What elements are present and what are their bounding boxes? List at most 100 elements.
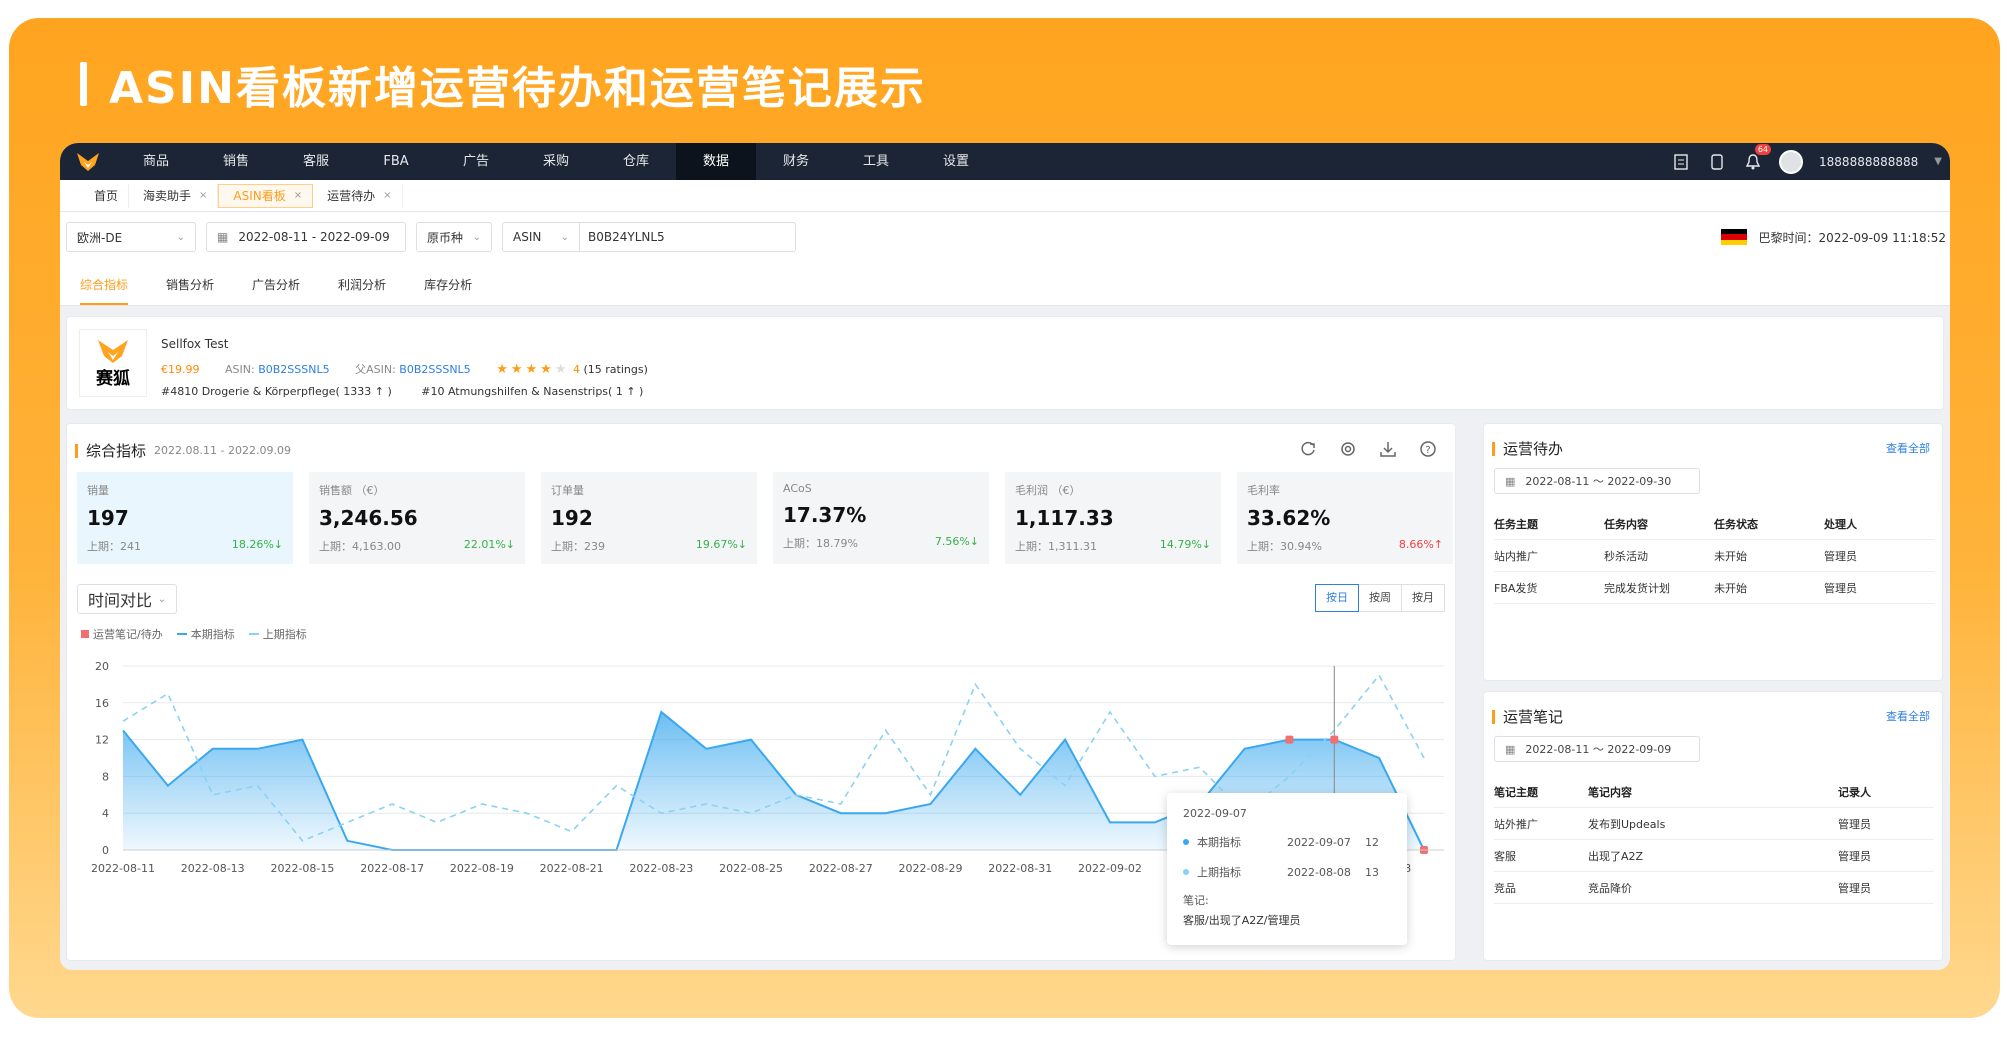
sub-tab-0[interactable]: 综合指标 — [80, 276, 129, 305]
metric-card-5[interactable]: 毛利率 33.62% 上期：30.94% 8.66%↑ — [1237, 472, 1453, 564]
legend-item-1[interactable]: 本期指标 — [176, 626, 235, 642]
nav-item-10[interactable]: 设置 — [916, 143, 996, 180]
date-range-picker[interactable]: ▦ 2022-08-11 - 2022-09-09 — [206, 222, 406, 252]
notes-title: 运营笔记 — [1492, 706, 1563, 727]
download-icon[interactable] — [1379, 440, 1397, 462]
metric-label: 销售额 （€） — [319, 484, 385, 497]
nav-item-7[interactable]: 数据 — [676, 143, 756, 180]
page-tab-2[interactable]: ASIN看板 × — [218, 183, 314, 208]
metric-value: 33.62% — [1247, 506, 1331, 530]
search-type-select[interactable]: ASIN ⌄ — [502, 222, 580, 252]
sub-tab-3[interactable]: 利润分析 — [338, 276, 386, 305]
nav-item-3[interactable]: FBA — [356, 143, 436, 180]
metric-change: 22.01%↓ — [463, 538, 515, 551]
table-row[interactable]: 站内推广 秒杀活动 未开始 管理员 — [1494, 540, 1934, 572]
nav-item-0[interactable]: 商品 — [116, 143, 196, 180]
overview-title-text: 综合指标 — [86, 442, 147, 460]
fox-logo-icon[interactable] — [60, 143, 116, 180]
table-row[interactable]: 客服 出现了A2Z 管理员 — [1494, 840, 1934, 872]
y-tick-label: 20 — [95, 660, 109, 673]
sub-tab-4[interactable]: 库存分析 — [424, 276, 472, 305]
bell-icon[interactable]: 64 — [1743, 143, 1772, 172]
granularity-option-2[interactable]: 按月 — [1401, 584, 1445, 612]
legend-swatch — [81, 630, 89, 638]
table-row[interactable]: 站外推广 发布到Updeals 管理员 — [1494, 808, 1934, 840]
todo-date-picker[interactable]: ▦ 2022-08-11 ～ 2022-09-30 — [1494, 468, 1700, 494]
table-cell: 管理员 — [1824, 581, 1857, 595]
username[interactable]: 1888888888888 — [1819, 155, 1918, 169]
settings-icon[interactable] — [1339, 440, 1357, 462]
star-icon: ★ — [510, 362, 523, 377]
sub-tab-2[interactable]: 广告分析 — [252, 276, 300, 305]
todo-date-value: 2022-08-11 ～ 2022-09-30 — [1525, 475, 1672, 488]
table-row[interactable]: FBA发货 完成发货计划 未开始 管理员 — [1494, 572, 1934, 604]
metric-change: 14.79%↓ — [1159, 538, 1211, 551]
product-name[interactable]: Sellfox Test — [161, 337, 228, 351]
metric-value: 3,246.56 — [319, 506, 418, 530]
metric-card-2[interactable]: 订单量 192 上期：239 19.67%↓ — [541, 472, 757, 564]
sub-tab-1[interactable]: 销售分析 — [166, 276, 214, 305]
page-tab-3[interactable]: 运营待办 × — [313, 183, 403, 208]
currency-select[interactable]: 原币种 ⌄ — [416, 222, 492, 252]
chevron-down-icon: ⌄ — [472, 231, 481, 243]
table-row[interactable]: 竞品 竞品降价 管理员 — [1494, 872, 1934, 904]
star-icon: ★ — [540, 362, 552, 377]
notes-date-picker[interactable]: ▦ 2022-08-11 ～ 2022-09-09 — [1494, 736, 1700, 762]
todo-view-all-link[interactable]: 查看全部 — [1886, 440, 1930, 456]
metric-previous: 上期：4,163.00 — [319, 540, 401, 553]
page-tab-0[interactable]: 首页 — [80, 183, 130, 208]
document-icon[interactable] — [1671, 152, 1691, 172]
nav-item-9[interactable]: 工具 — [836, 143, 916, 180]
metric-previous: 上期：18.79% — [783, 537, 858, 550]
metric-previous: 上期：30.94% — [1247, 540, 1322, 553]
metric-card-0[interactable]: 销量 197 上期：241 18.26%↓ — [77, 472, 293, 564]
x-tick-label: 2022-08-25 — [719, 862, 783, 875]
granularity-option-0[interactable]: 按日 — [1315, 584, 1359, 612]
note-marker-icon[interactable] — [1285, 735, 1294, 744]
nav-item-5[interactable]: 采购 — [516, 143, 596, 180]
legend-item-0[interactable]: 运营笔记/待办 — [81, 626, 163, 642]
metric-card-4[interactable]: 毛利润 （€） 1,117.33 上期：1,311.31 14.79%↓ — [1005, 472, 1221, 564]
table-header: 笔记主题 笔记内容 记录人 — [1494, 776, 1934, 808]
store-select[interactable]: 欧洲-DE ⌄ — [66, 222, 196, 252]
column-header: 处理人 — [1824, 517, 1857, 531]
date-range-value: 2022-08-11 - 2022-09-09 — [238, 230, 390, 244]
note-marker-icon[interactable] — [1330, 735, 1339, 744]
legend-item-2[interactable]: 上期指标 — [248, 626, 307, 642]
close-icon[interactable]: × — [294, 184, 302, 208]
table-cell: 管理员 — [1838, 881, 1871, 895]
table-cell: 客服 — [1494, 849, 1516, 863]
asin-search-input[interactable] — [580, 222, 796, 252]
todo-title: 运营待办 — [1492, 438, 1563, 459]
refresh-icon[interactable] — [1299, 440, 1317, 462]
parent-asin-link[interactable]: B0B2SSSNL5 — [399, 363, 470, 376]
granularity-option-1[interactable]: 按周 — [1358, 584, 1402, 612]
nav-item-2[interactable]: 客服 — [276, 143, 356, 180]
close-icon[interactable]: × — [199, 184, 207, 208]
close-icon[interactable]: × — [383, 184, 391, 208]
nav-item-8[interactable]: 财务 — [756, 143, 836, 180]
nav-item-6[interactable]: 仓库 — [596, 143, 676, 180]
table-cell: 竞品降价 — [1588, 881, 1632, 895]
nav-item-4[interactable]: 广告 — [436, 143, 516, 180]
page-tab-label: ASIN看板 — [233, 188, 286, 203]
metric-change: 18.26%↓ — [231, 538, 283, 551]
chevron-down-icon[interactable]: ▼ — [1934, 156, 1942, 167]
compare-select[interactable]: 时间对比 ⌄ — [77, 584, 177, 614]
table-cell: 管理员 — [1824, 549, 1857, 563]
metric-card-1[interactable]: 销售额 （€） 3,246.56 上期：4,163.00 22.01%↓ — [309, 472, 525, 564]
mobile-icon[interactable] — [1707, 152, 1727, 172]
table-header: 任务主题 任务内容 任务状态 处理人 — [1494, 508, 1934, 540]
table-cell: 出现了A2Z — [1588, 849, 1644, 863]
svg-text:?: ? — [1425, 445, 1430, 456]
nav-item-1[interactable]: 销售 — [196, 143, 276, 180]
asin-link[interactable]: B0B2SSSNL5 — [258, 363, 329, 376]
current-dot-icon — [1183, 839, 1189, 845]
page-tab-1[interactable]: 海卖助手 × — [129, 183, 219, 208]
avatar[interactable] — [1779, 149, 1804, 174]
notes-title-text: 运营笔记 — [1503, 708, 1564, 726]
metric-card-3[interactable]: ACoS 17.37% 上期：18.79% 7.56%↓ — [773, 472, 989, 564]
notes-view-all-link[interactable]: 查看全部 — [1886, 708, 1930, 724]
tooltip-previous-date: 2022-08-08 — [1287, 865, 1351, 879]
help-icon[interactable]: ? — [1419, 440, 1437, 462]
